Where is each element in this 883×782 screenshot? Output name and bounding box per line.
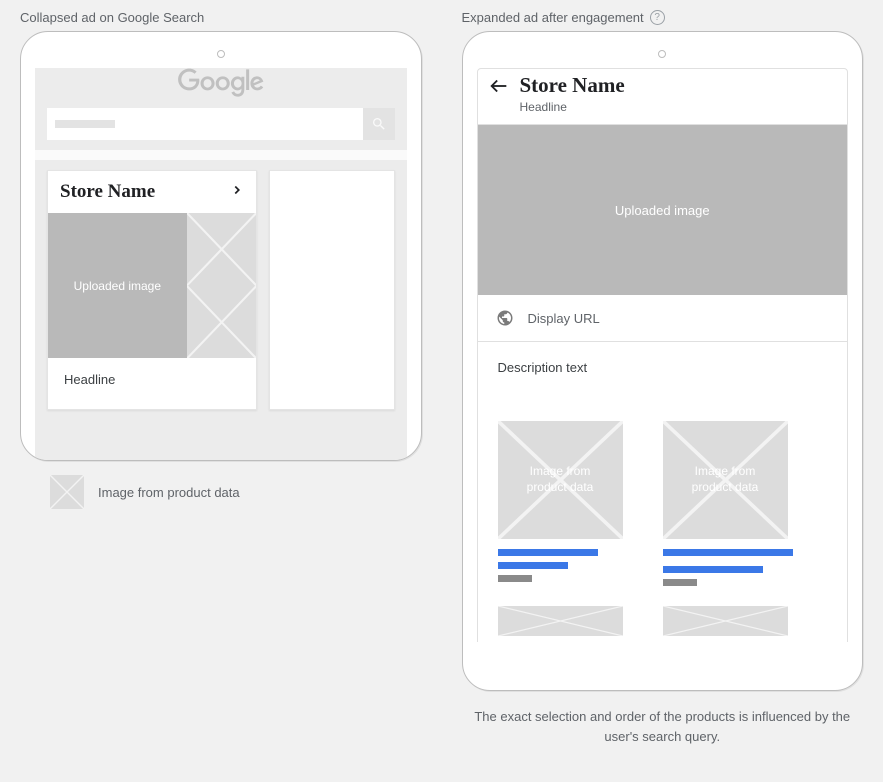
legend: Image from product data	[20, 475, 422, 509]
placeholder-bar	[663, 579, 697, 586]
expanded-panel-title: Expanded ad after engagement	[462, 10, 644, 25]
camera-dot	[217, 50, 225, 58]
legend-swatch	[50, 475, 84, 509]
chevron-right-icon	[230, 181, 244, 203]
search-icon	[371, 116, 387, 132]
serp-card-placeholder	[269, 170, 395, 410]
expanded-headline: Headline	[520, 100, 625, 114]
expanded-device-frame: Store Name Headline Uploaded image Displ…	[462, 31, 864, 691]
product-tile[interactable]	[663, 606, 788, 636]
legend-label: Image from product data	[98, 485, 240, 500]
placeholder-bar	[663, 566, 763, 573]
expanded-uploaded-image: Uploaded image	[477, 125, 849, 295]
placeholder-bar	[498, 549, 598, 556]
google-logo	[178, 68, 264, 98]
globe-icon	[496, 309, 514, 327]
collapsed-headline: Headline	[48, 358, 256, 409]
back-arrow-icon[interactable]	[488, 73, 510, 103]
product-tile[interactable]	[498, 606, 623, 636]
product-tile[interactable]: Image from product data	[663, 421, 788, 586]
collapsed-panel-title: Collapsed ad on Google Search	[20, 10, 422, 25]
search-bar	[35, 108, 407, 150]
placeholder-bar	[498, 575, 532, 582]
footnote: The exact selection and order of the pro…	[462, 707, 864, 746]
search-input[interactable]	[47, 108, 363, 140]
description-text: Description text	[498, 360, 828, 375]
collapsed-device-frame: Store Name Uploaded image	[20, 31, 422, 461]
placeholder-bar	[498, 562, 568, 569]
placeholder-bar	[663, 549, 793, 556]
product-image-label: Image from product data	[663, 464, 788, 495]
expanded-store-name: Store Name	[520, 73, 625, 98]
collapsed-store-name: Store Name	[60, 181, 155, 203]
product-thumb	[187, 286, 256, 359]
help-icon[interactable]: ?	[650, 10, 665, 25]
display-url: Display URL	[528, 311, 600, 326]
product-thumb	[187, 213, 256, 286]
product-tile[interactable]: Image from product data	[498, 421, 623, 586]
collapsed-uploaded-image: Uploaded image	[48, 213, 187, 358]
product-image-label: Image from product data	[498, 464, 623, 495]
collapsed-ad-card[interactable]: Store Name Uploaded image	[47, 170, 257, 410]
camera-dot	[658, 50, 666, 58]
search-button[interactable]	[363, 108, 395, 140]
